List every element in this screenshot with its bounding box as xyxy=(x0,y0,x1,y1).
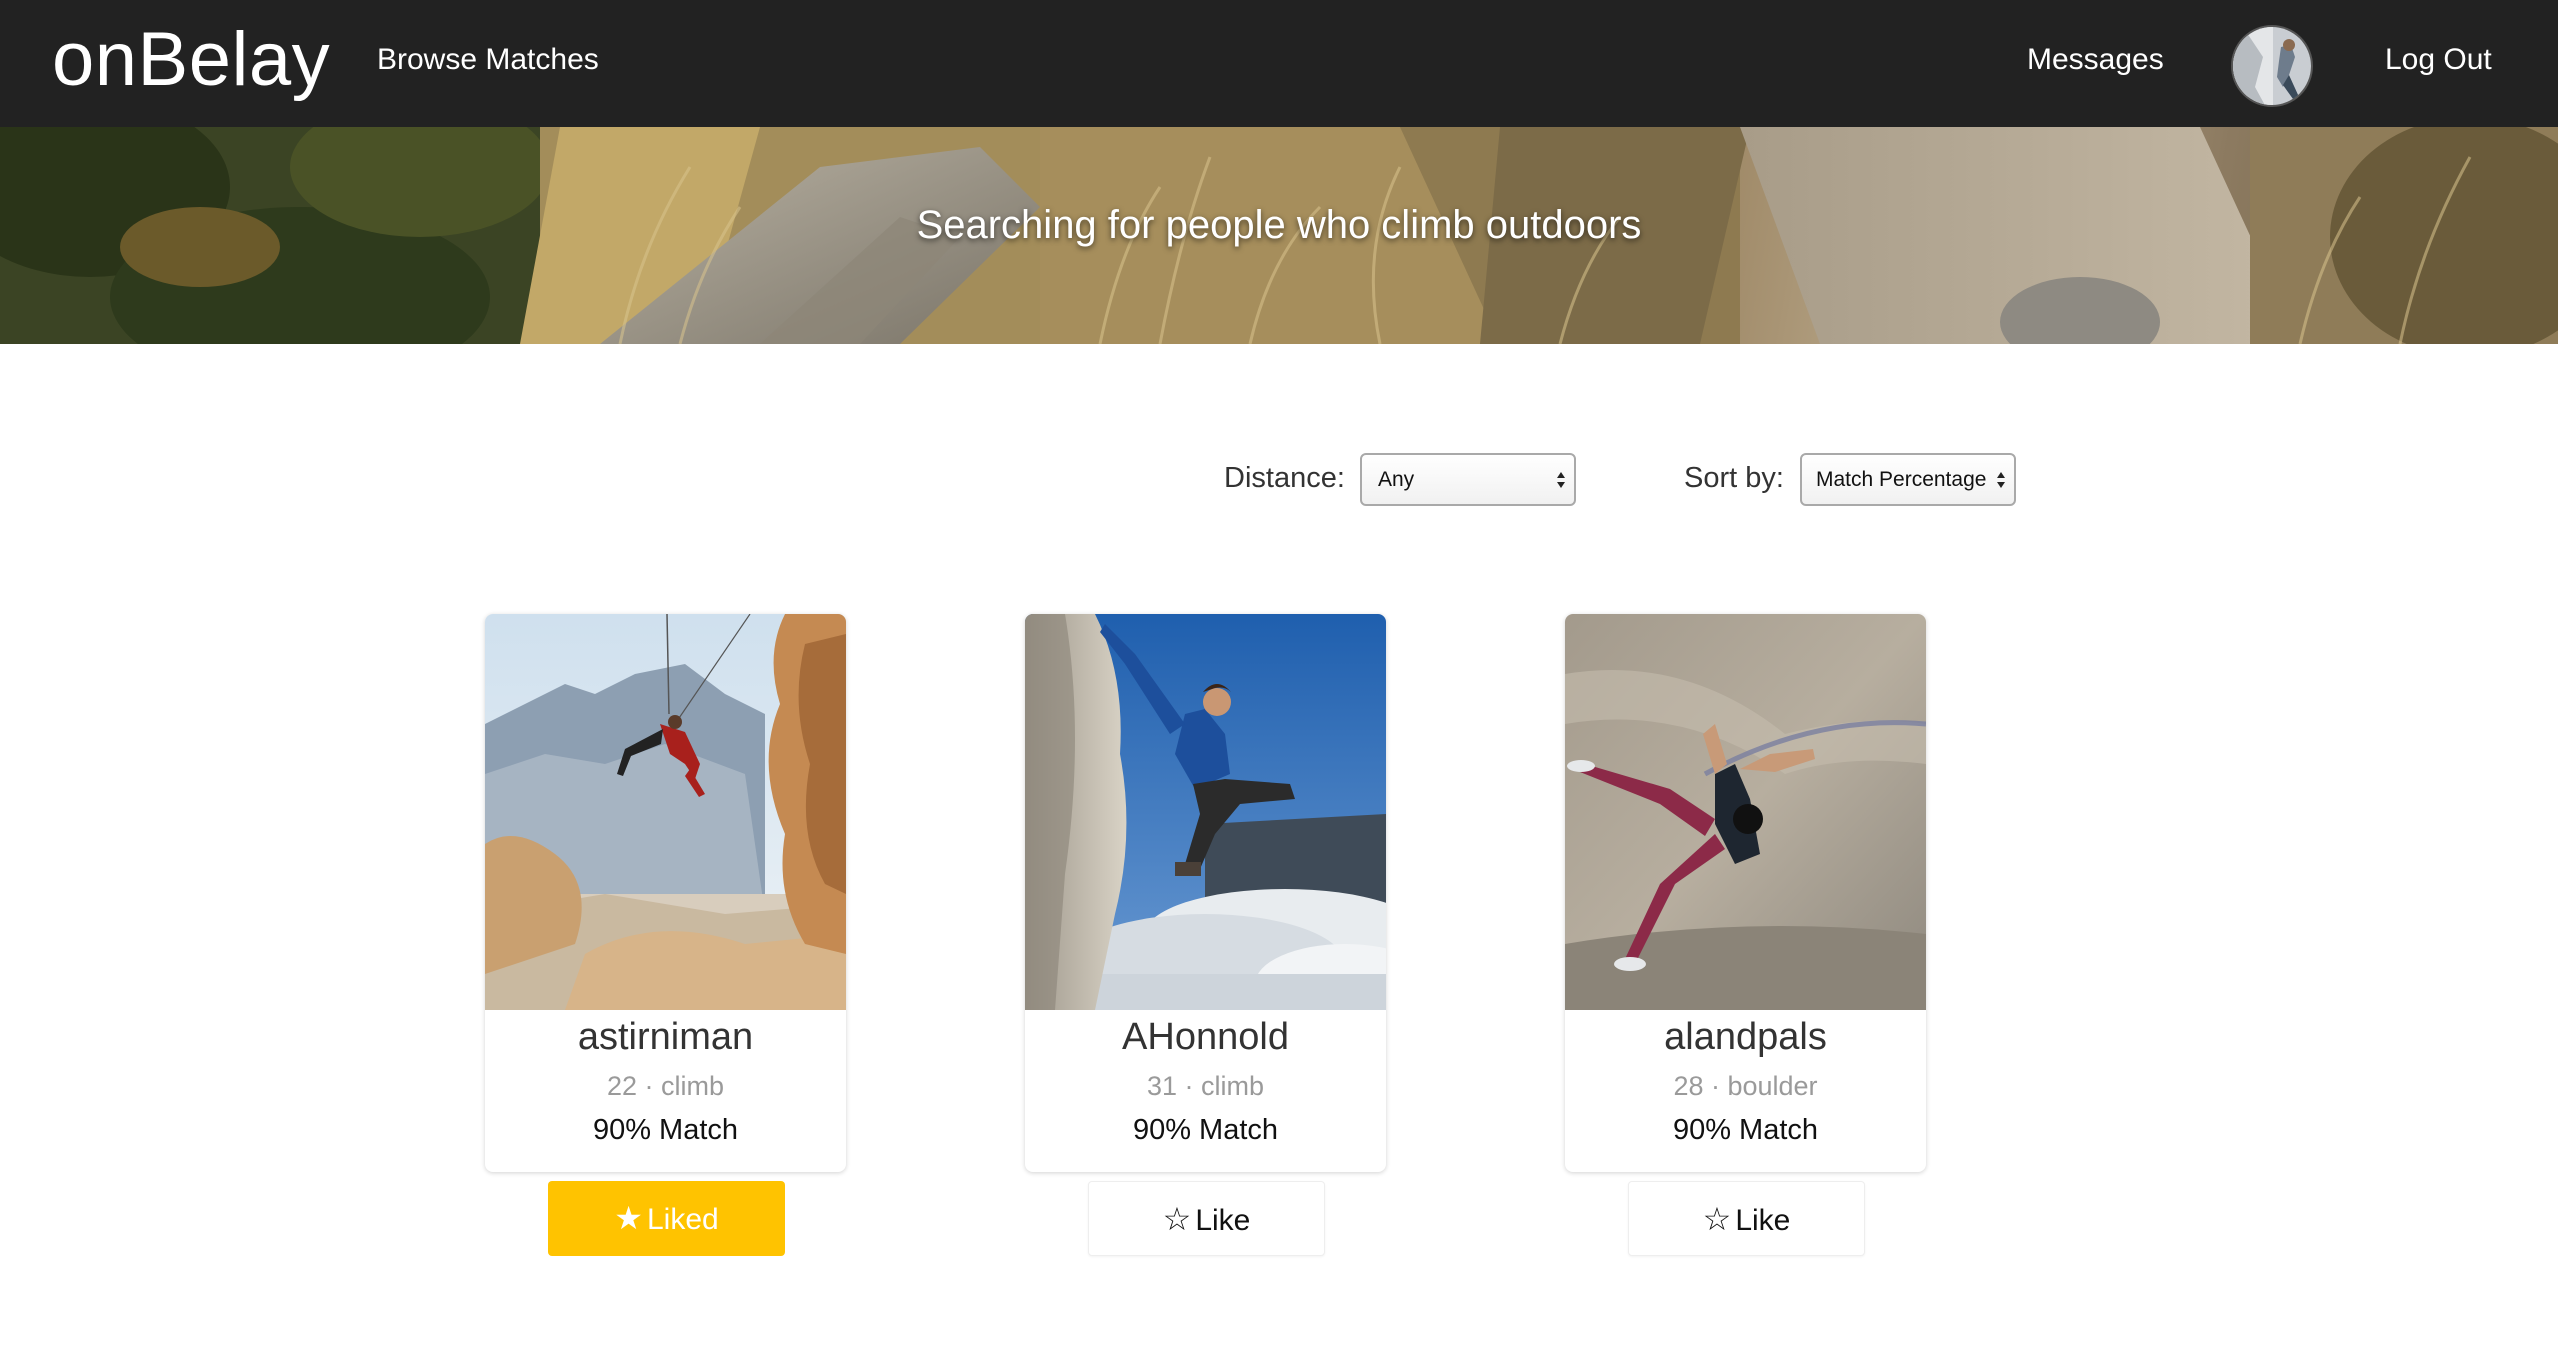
sort-select-value: Match Percentage xyxy=(1816,468,1987,491)
navbar: onBelay Browse Matches Messages Log Out xyxy=(0,0,2558,127)
hero-banner: Searching for people who climb outdoors xyxy=(0,127,2558,344)
like-button[interactable]: ☆ Like xyxy=(1628,1181,1865,1256)
like-button-label: Like xyxy=(1195,1204,1251,1237)
liked-button[interactable]: ★ Liked xyxy=(548,1181,785,1256)
star-filled-icon: ★ xyxy=(614,1200,643,1236)
select-arrows-icon xyxy=(1557,472,1565,488)
match-card[interactable]: astirniman 22 · climb 90% Match xyxy=(485,614,846,1172)
hero-title: Searching for people who climb outdoors xyxy=(916,203,1642,247)
match-card[interactable]: alandpals 28 · boulder 90% Match xyxy=(1565,614,1926,1172)
match-meta: 22 · climb xyxy=(606,1071,725,1101)
brand-logo[interactable]: onBelay xyxy=(52,14,330,106)
match-photo xyxy=(485,614,846,1010)
star-outline-icon: ☆ xyxy=(1702,1201,1732,1237)
match-name: alandpals xyxy=(1664,1016,1827,1058)
select-arrows-icon xyxy=(1997,472,2005,488)
match-percentage: 90% Match xyxy=(1672,1114,1819,1146)
match-meta: 31 · climb xyxy=(1146,1071,1265,1101)
like-button-label: Liked xyxy=(646,1203,719,1236)
match-name: AHonnold xyxy=(1122,1016,1289,1058)
user-avatar[interactable] xyxy=(2231,25,2313,107)
match-meta: 28 · boulder xyxy=(1673,1071,1818,1101)
match-name: astirniman xyxy=(577,1016,754,1058)
like-button[interactable]: ☆ Like xyxy=(1088,1181,1325,1256)
match-percentage: 90% Match xyxy=(1132,1114,1279,1146)
sort-label: Sort by: xyxy=(1684,462,1784,494)
match-percentage: 90% Match xyxy=(592,1114,739,1146)
match-card[interactable]: AHonnold 31 · climb 90% Match xyxy=(1025,614,1386,1172)
distance-select[interactable]: Any xyxy=(1360,453,1576,506)
sort-select[interactable]: Match Percentage xyxy=(1800,453,2016,506)
distance-select-value: Any xyxy=(1378,468,1415,491)
star-outline-icon: ☆ xyxy=(1162,1201,1192,1237)
distance-label: Distance: xyxy=(1224,462,1345,494)
nav-messages[interactable]: Messages xyxy=(2027,38,2164,82)
nav-logout[interactable]: Log Out xyxy=(2385,38,2492,82)
like-button-label: Like xyxy=(1735,1204,1791,1237)
match-photo xyxy=(1025,614,1386,1010)
nav-browse-matches[interactable]: Browse Matches xyxy=(377,38,599,82)
match-photo xyxy=(1565,614,1926,1010)
